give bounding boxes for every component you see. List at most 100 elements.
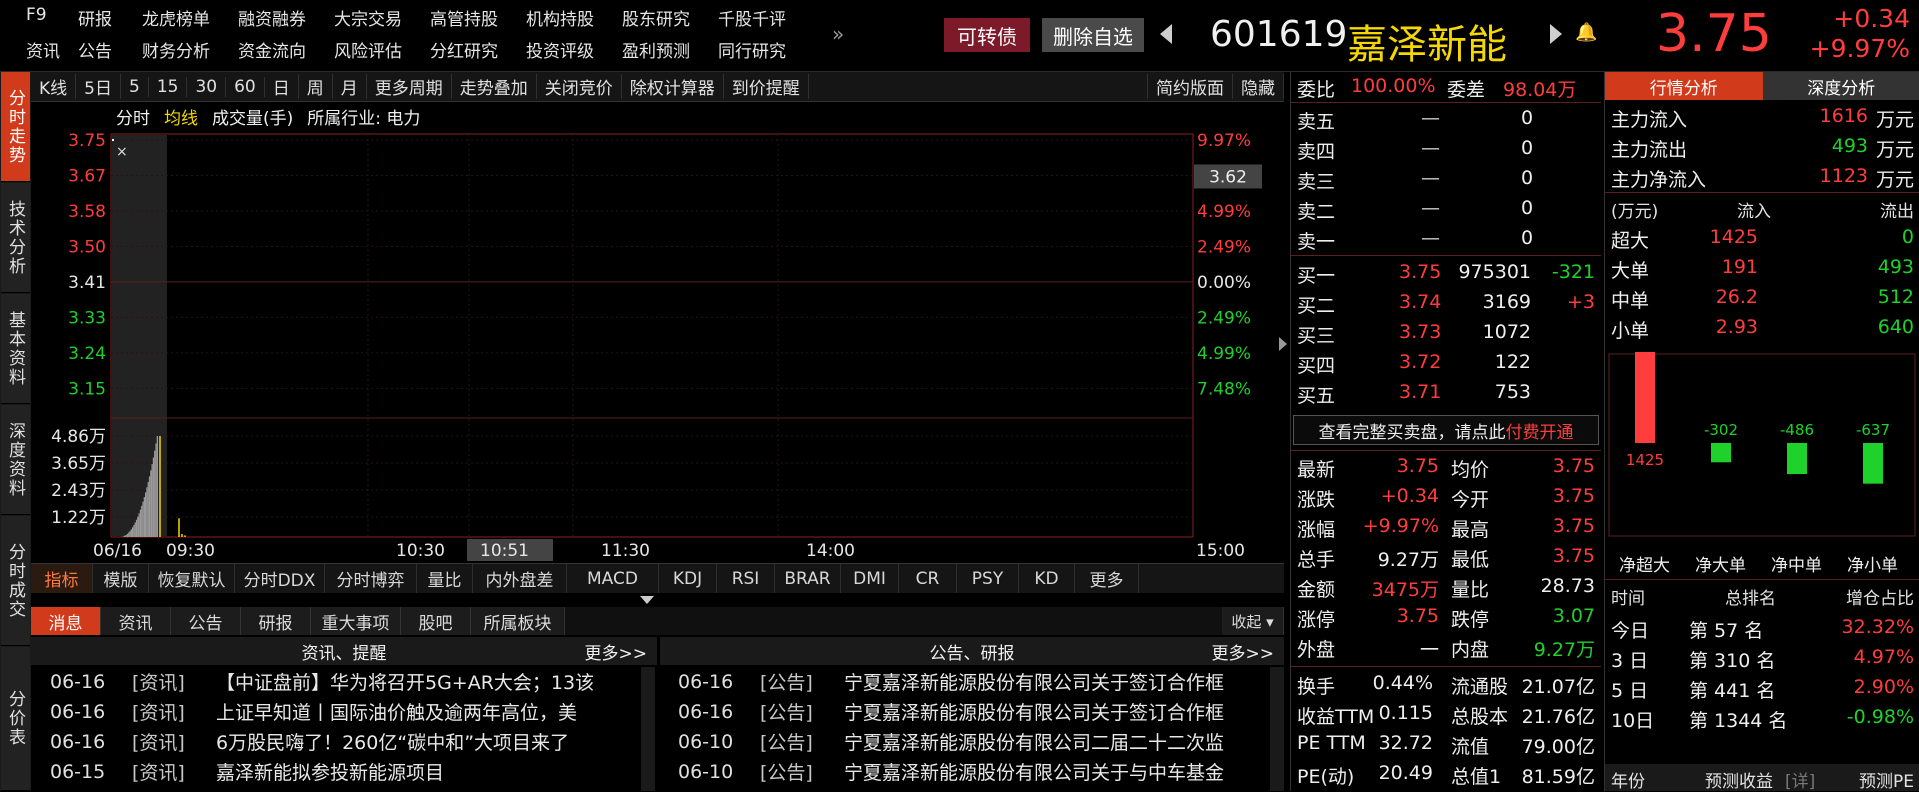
- tab-market-analysis[interactable]: 行情分析: [1605, 72, 1763, 100]
- menu-block-trade[interactable]: 大宗交易: [334, 5, 430, 30]
- news-right-scrollbar[interactable]: [1270, 667, 1284, 791]
- news-tab-3[interactable]: 研报: [241, 607, 311, 635]
- indicator-tab-3[interactable]: 分时DDX: [235, 564, 325, 593]
- bid-row[interactable]: 买一3.75975301-321: [1291, 258, 1601, 288]
- collapse-arrow-icon[interactable]: [640, 596, 654, 604]
- indicator-tab-0[interactable]: 指标: [31, 564, 93, 593]
- menu-capital-flow[interactable]: 资金流向: [238, 37, 334, 62]
- overlay-dropdown[interactable]: 走势叠加: [452, 74, 537, 99]
- menu-stock-review[interactable]: 千股千评: [718, 5, 814, 30]
- menu-finance[interactable]: 财务分析: [142, 37, 238, 62]
- menu-exec-holding[interactable]: 高管持股: [430, 5, 526, 30]
- news-row[interactable]: 06-16[资讯]【中证盘前】华为将召开5G+AR大会；13该: [50, 667, 634, 696]
- menu-research[interactable]: 研报: [78, 5, 142, 30]
- prev-stock-icon[interactable]: [1160, 24, 1172, 44]
- remove-favorite-button[interactable]: 删除自选: [1042, 18, 1144, 52]
- indicator-tab-1[interactable]: 模版: [93, 564, 149, 593]
- period-5-button[interactable]: 5: [121, 77, 149, 97]
- period-15-button[interactable]: 15: [149, 77, 188, 97]
- ask-row[interactable]: 卖一—0: [1291, 224, 1601, 254]
- news-row[interactable]: 06-16[公告]宁夏嘉泽新能源股份有限公司关于签订合作框: [678, 667, 1262, 696]
- legend-junxian[interactable]: 均线: [164, 104, 198, 129]
- indicator-tab-10[interactable]: BRAR: [775, 564, 841, 593]
- news-left-more-link[interactable]: 更多>>: [585, 639, 648, 664]
- legend-fenshi[interactable]: 分时: [116, 104, 150, 129]
- ask-row[interactable]: 卖五—0: [1291, 104, 1601, 134]
- menu-announce[interactable]: 公告: [78, 37, 142, 62]
- indicator-tab-6[interactable]: 内外盘差: [473, 564, 567, 593]
- news-right-more-link[interactable]: 更多>>: [1212, 639, 1275, 664]
- news-row[interactable]: 06-10[公告]宁夏嘉泽新能源股份有限公司二届二十二次监: [678, 727, 1262, 756]
- bid-row[interactable]: 买五3.71753: [1291, 378, 1601, 408]
- bid-row[interactable]: 买三3.731072: [1291, 318, 1601, 348]
- ask-row[interactable]: 卖三—0: [1291, 164, 1601, 194]
- menu-forecast[interactable]: 盈利预测: [622, 37, 718, 62]
- ask-row[interactable]: 卖二—0: [1291, 194, 1601, 224]
- indicator-tab-7[interactable]: MACD: [567, 564, 659, 593]
- news-row[interactable]: 06-10[公告]宁夏嘉泽新能源股份有限公司关于与中车基金: [678, 757, 1262, 786]
- indicator-tab-11[interactable]: DMI: [841, 564, 899, 593]
- indicator-tab-13[interactable]: PSY: [957, 564, 1019, 593]
- menu-risk[interactable]: 风险评估: [334, 37, 430, 62]
- full-book-banner[interactable]: 查看完整买卖盘，请点此付费开通: [1293, 415, 1599, 445]
- expand-right-icon[interactable]: [1279, 337, 1287, 351]
- ex-rights-calculator-button[interactable]: 除权计算器: [622, 74, 724, 99]
- bid-row[interactable]: 买二3.743169+3: [1291, 288, 1601, 318]
- news-tab-2[interactable]: 公告: [171, 607, 241, 635]
- bell-icon[interactable]: 🔔: [1575, 22, 1597, 43]
- indicator-tab-8[interactable]: KDJ: [659, 564, 717, 593]
- period-day-button[interactable]: 日: [265, 74, 299, 99]
- forecast-detail-link[interactable]: [详]: [1785, 767, 1815, 792]
- expand-menu-icon[interactable]: »: [832, 22, 844, 46]
- full-book-link[interactable]: 付费开通: [1506, 418, 1574, 443]
- news-row[interactable]: 06-16[公告]宁夏嘉泽新能源股份有限公司关于签订合作框: [678, 697, 1262, 726]
- news-tab-5[interactable]: 股吧: [401, 607, 471, 635]
- menu-margin[interactable]: 融资融券: [238, 5, 334, 30]
- next-stock-icon[interactable]: [1550, 24, 1562, 44]
- news-tab-6[interactable]: 所属板块: [471, 607, 565, 635]
- simple-layout-dropdown[interactable]: 简约版面: [1147, 74, 1233, 99]
- indicator-tab-12[interactable]: CR: [899, 564, 957, 593]
- kline-button[interactable]: K线: [31, 74, 76, 99]
- menu-holder-research[interactable]: 股东研究: [622, 5, 718, 30]
- menu-peer[interactable]: 同行研究: [718, 37, 814, 62]
- news-row[interactable]: 06-16[资讯]上证早知道丨国际油价触及逾两年高位，美: [50, 697, 634, 726]
- indicator-tab-9[interactable]: RSI: [717, 564, 775, 593]
- ask-row[interactable]: 卖四—0: [1291, 134, 1601, 164]
- news-row[interactable]: 06-15[资讯]嘉泽新能拟参投新能源项目: [50, 757, 634, 786]
- news-tab-0[interactable]: 消息: [31, 607, 101, 635]
- news-tab-4[interactable]: 重大事项: [311, 607, 401, 635]
- hide-button[interactable]: 隐藏: [1233, 74, 1284, 99]
- menu-f9[interactable]: F9: [26, 5, 68, 30]
- menu-dividend[interactable]: 分红研究: [430, 37, 526, 62]
- period-week-button[interactable]: 周: [299, 74, 333, 99]
- bid-row[interactable]: 买四3.72122: [1291, 348, 1601, 378]
- period-30-button[interactable]: 30: [187, 77, 226, 97]
- indicator-tab-15[interactable]: 更多: [1075, 564, 1139, 593]
- intraday-chart[interactable]: 3.753.673.583.503.413.333.243.153.624.86…: [31, 102, 1284, 562]
- more-periods-dropdown[interactable]: 更多周期: [367, 74, 452, 99]
- news-tab-1[interactable]: 资讯: [101, 607, 171, 635]
- news-left-scrollbar[interactable]: [641, 667, 655, 791]
- convertible-bond-button[interactable]: 可转债: [944, 18, 1030, 52]
- tab-intraday-trades[interactable]: 分时成交: [1, 516, 30, 646]
- tab-deep-analysis[interactable]: 深度分析: [1763, 72, 1919, 100]
- tab-deep-info[interactable]: 深度资料: [1, 405, 30, 515]
- indicator-tab-4[interactable]: 分时博弈: [325, 564, 417, 593]
- tab-basic-info[interactable]: 基本资料: [1, 294, 30, 404]
- tab-technical[interactable]: 技术分析: [1, 183, 30, 293]
- five-day-dropdown[interactable]: 5日: [76, 74, 121, 99]
- menu-dragon-tiger[interactable]: 龙虎榜单: [142, 5, 238, 30]
- news-collapse-button[interactable]: 收起 ▾: [1222, 607, 1284, 635]
- indicator-tab-14[interactable]: KD: [1019, 564, 1075, 593]
- menu-rating[interactable]: 投资评级: [526, 37, 622, 62]
- indicator-tab-5[interactable]: 量比: [417, 564, 473, 593]
- price-alert-button[interactable]: 到价提醒: [724, 74, 809, 99]
- period-month-button[interactable]: 月: [333, 74, 367, 99]
- menu-inst-holding[interactable]: 机构持股: [526, 5, 622, 30]
- tab-price-table[interactable]: 分价表: [1, 647, 30, 791]
- menu-news[interactable]: 资讯: [26, 37, 68, 62]
- news-row[interactable]: 06-16[资讯]6万股民嗨了！260亿“碳中和”大项目来了: [50, 727, 634, 756]
- period-60-button[interactable]: 60: [226, 77, 265, 97]
- close-auction-button[interactable]: 关闭竞价: [537, 74, 622, 99]
